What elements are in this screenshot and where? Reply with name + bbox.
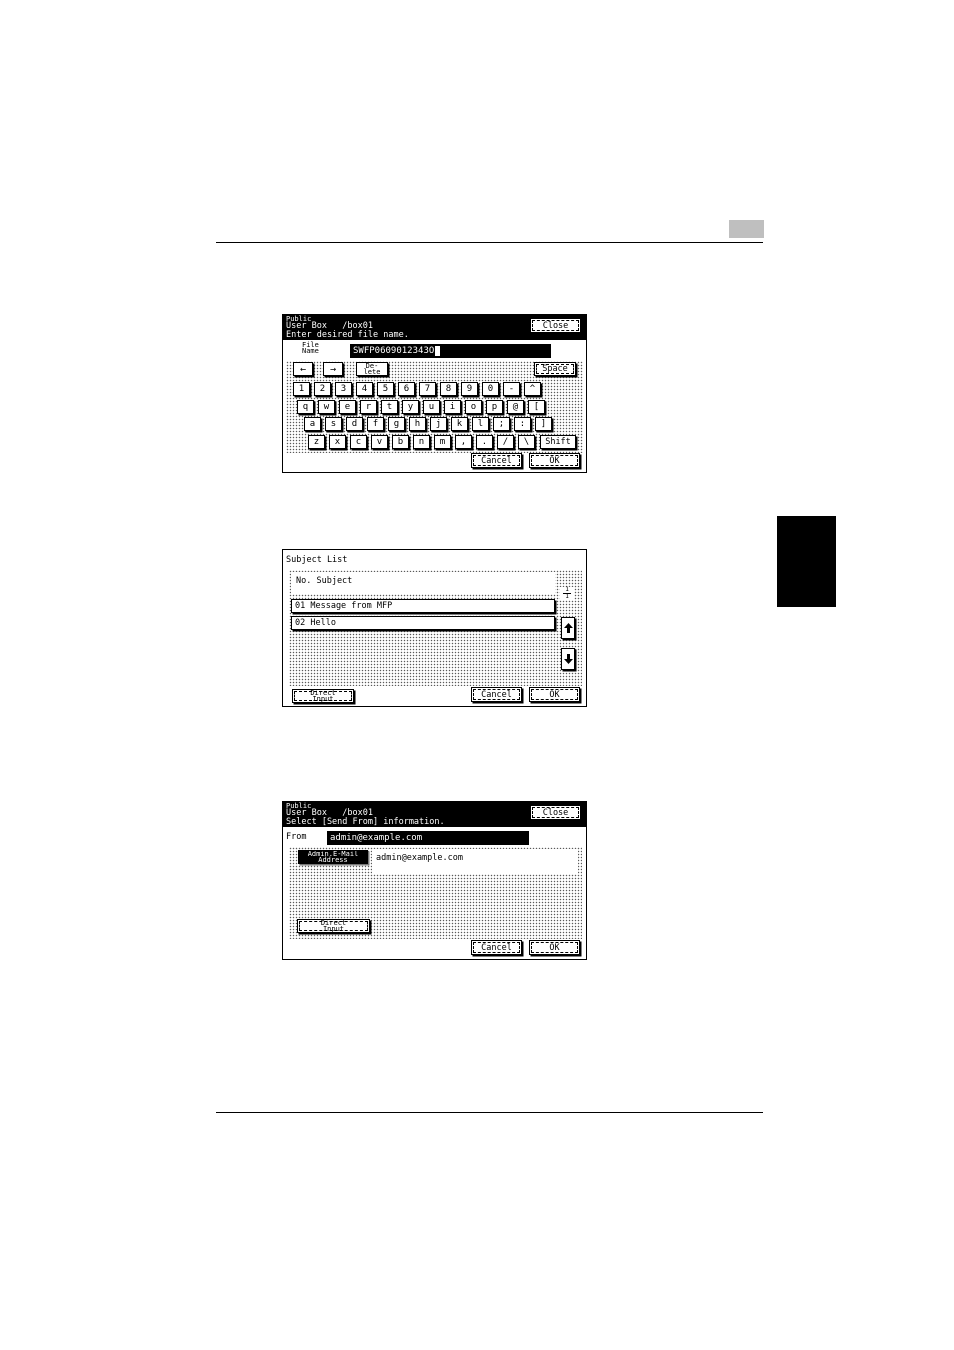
key[interactable]: 1 [293, 382, 310, 396]
key[interactable]: q [297, 400, 314, 414]
delete-label-line2: lete [363, 368, 381, 376]
key[interactable]: , [455, 435, 472, 449]
cancel-button[interactable]: Cancel [471, 453, 522, 468]
key[interactable]: \ [518, 435, 535, 449]
file-name-label-line2: Name [302, 347, 319, 355]
key[interactable]: 2 [314, 382, 331, 396]
key[interactable]: m [434, 435, 451, 449]
subject-list-title: Subject List [286, 555, 348, 565]
from-label: From [286, 832, 307, 842]
key[interactable]: f [367, 417, 384, 431]
key[interactable]: v [371, 435, 388, 449]
key[interactable]: 5 [377, 382, 394, 396]
subject-list-screen: Subject List No. Subject 01 Message from… [282, 549, 587, 707]
direct-input-line2: Input [312, 695, 334, 703]
ok-button[interactable]: OK [529, 453, 580, 468]
text-cursor [435, 346, 441, 356]
key[interactable]: d [346, 417, 363, 431]
key[interactable]: 7 [419, 382, 436, 396]
direct-input-button[interactable]: Direct Input [297, 919, 370, 933]
chapter-tab-gray [729, 220, 764, 238]
cursor-right-button[interactable]: → [323, 362, 343, 376]
key[interactable]: g [388, 417, 405, 431]
send-from-screen: Public User Box /box01 Select [Send From… [282, 801, 587, 960]
chapter-tab-black [777, 516, 836, 607]
key[interactable]: [ [528, 400, 545, 414]
cursor-left-button[interactable]: ← [293, 362, 313, 376]
key[interactable]: ; [493, 417, 510, 431]
key[interactable]: s [325, 417, 342, 431]
key[interactable]: l [472, 417, 489, 431]
key[interactable]: i [444, 400, 461, 414]
space-button[interactable]: Space [534, 362, 576, 376]
shift-button[interactable]: Shift [540, 435, 576, 449]
key[interactable]: 4 [356, 382, 373, 396]
key[interactable]: w [318, 400, 335, 414]
key[interactable]: 8 [440, 382, 457, 396]
key[interactable]: t [381, 400, 398, 414]
direct-input-line2: Input [322, 925, 345, 933]
ok-button[interactable]: OK [529, 940, 580, 955]
list-item[interactable]: 02 Hello [291, 616, 555, 630]
from-field: admin@example.com [327, 831, 529, 845]
key[interactable]: 9 [461, 382, 478, 396]
key[interactable]: ^ [524, 382, 541, 396]
key[interactable]: 0 [482, 382, 499, 396]
key[interactable]: o [465, 400, 482, 414]
list-item[interactable]: 01 Message from MFP [291, 599, 555, 613]
key[interactable]: - [503, 382, 520, 396]
key[interactable]: r [360, 400, 377, 414]
key[interactable]: c [350, 435, 367, 449]
scroll-up-button[interactable] [561, 617, 575, 639]
ok-button[interactable]: OK [529, 687, 580, 702]
file-name-label: File Name [302, 342, 319, 355]
admin-email-address-button[interactable]: Admin.E-Mail Address [298, 850, 368, 864]
close-button[interactable]: Close [530, 318, 581, 333]
footer-rule [216, 1112, 763, 1113]
page-indicator: 1 1 [560, 587, 574, 600]
arrow-down-icon [563, 654, 573, 664]
key[interactable]: e [339, 400, 356, 414]
key[interactable]: h [409, 417, 426, 431]
scroll-down-button[interactable] [561, 648, 575, 670]
page-total: 1 [565, 593, 569, 600]
arrow-up-icon [563, 623, 573, 633]
cancel-button[interactable]: Cancel [471, 940, 522, 955]
key[interactable]: j [430, 417, 447, 431]
key[interactable]: a [304, 417, 321, 431]
file-name-screen: Public User Box /box01 Enter desired fil… [282, 314, 587, 473]
key[interactable]: b [392, 435, 409, 449]
cancel-button[interactable]: Cancel [471, 687, 522, 702]
key[interactable]: : [514, 417, 531, 431]
key[interactable]: 6 [398, 382, 415, 396]
list-header: No. Subject [291, 572, 555, 594]
admin-btn-line2: Address [318, 856, 348, 864]
key[interactable]: @ [507, 400, 524, 414]
delete-button[interactable]: De- lete [356, 362, 388, 376]
key[interactable]: ] [535, 417, 552, 431]
key[interactable]: x [329, 435, 346, 449]
key[interactable]: z [308, 435, 325, 449]
key[interactable]: p [486, 400, 503, 414]
file-name-input[interactable]: SWFP0609012343O [350, 344, 551, 358]
key[interactable]: . [476, 435, 493, 449]
key[interactable]: u [423, 400, 440, 414]
file-name-value: SWFP0609012343O [353, 346, 435, 356]
direct-input-button[interactable]: Direct Input [292, 689, 354, 703]
close-button[interactable]: Close [530, 805, 581, 820]
key[interactable]: / [497, 435, 514, 449]
key[interactable]: 3 [335, 382, 352, 396]
key[interactable]: y [402, 400, 419, 414]
header-rule [216, 242, 763, 243]
key[interactable]: n [413, 435, 430, 449]
key[interactable]: k [451, 417, 468, 431]
admin-email-display: admin@example.com [372, 849, 578, 874]
